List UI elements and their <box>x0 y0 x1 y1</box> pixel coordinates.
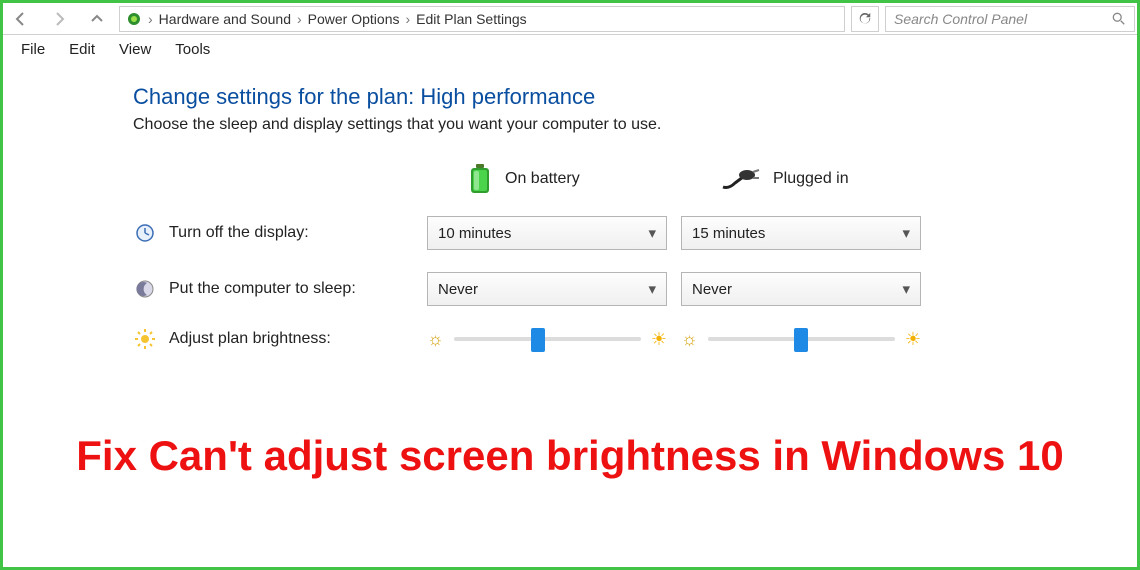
row-label-display: Turn off the display: <box>133 222 413 244</box>
overlay-caption: Fix Can't adjust screen brightness in Wi… <box>0 430 1140 483</box>
menu-bar: File Edit View Tools <box>3 35 1137 66</box>
brightness-high-icon: ☀ <box>905 329 921 350</box>
plug-icon <box>721 167 761 191</box>
sun-icon <box>133 328 157 350</box>
select-value: Never <box>692 281 732 298</box>
slider-thumb[interactable] <box>531 328 545 352</box>
select-value: 15 minutes <box>692 225 765 242</box>
menu-edit[interactable]: Edit <box>69 41 95 58</box>
select-display-plugged[interactable]: 15 minutes ▾ <box>681 216 921 250</box>
moon-icon <box>133 279 157 299</box>
clock-icon <box>133 222 157 244</box>
menu-file[interactable]: File <box>21 41 45 58</box>
address-bar: › Hardware and Sound › Power Options › E… <box>3 3 1137 35</box>
crumb-hardware[interactable]: Hardware and Sound <box>159 11 291 27</box>
chevron-down-icon: ▾ <box>648 280 656 298</box>
select-display-battery[interactable]: 10 minutes ▾ <box>427 216 667 250</box>
control-panel-icon <box>126 11 142 27</box>
menu-view[interactable]: View <box>119 41 151 58</box>
refresh-button[interactable] <box>851 6 879 32</box>
search-input[interactable]: Search Control Panel <box>885 6 1135 32</box>
select-value: 10 minutes <box>438 225 511 242</box>
column-header-battery: On battery <box>427 164 667 194</box>
row-label-brightness: Adjust plan brightness: <box>133 328 413 350</box>
content-area: Change settings for the plan: High perfo… <box>3 66 1137 350</box>
settings-grid: On battery Plugged in Turn off the displ… <box>133 164 1137 350</box>
chevron-down-icon: ▾ <box>648 224 656 242</box>
chevron-down-icon: ▾ <box>902 280 910 298</box>
search-placeholder: Search Control Panel <box>894 11 1104 27</box>
page-subtitle: Choose the sleep and display settings th… <box>133 116 1137 134</box>
back-button[interactable] <box>5 5 37 33</box>
select-sleep-battery[interactable]: Never ▾ <box>427 272 667 306</box>
menu-tools[interactable]: Tools <box>175 41 210 58</box>
column-label-battery: On battery <box>505 170 580 188</box>
row-label-sleep: Put the computer to sleep: <box>133 279 413 299</box>
page-title: Change settings for the plan: High perfo… <box>133 84 1137 110</box>
brightness-high-icon: ☀ <box>651 329 667 350</box>
slider-brightness-plugged[interactable]: ☼ ☀ <box>681 329 921 350</box>
slider-thumb[interactable] <box>794 328 808 352</box>
brightness-low-icon: ☼ <box>427 329 444 350</box>
select-value: Never <box>438 281 478 298</box>
breadcrumb[interactable]: › Hardware and Sound › Power Options › E… <box>119 6 845 32</box>
search-icon <box>1112 12 1126 26</box>
column-label-plugged: Plugged in <box>773 170 849 188</box>
slider-brightness-battery[interactable]: ☼ ☀ <box>427 329 667 350</box>
crumb-edit-plan[interactable]: Edit Plan Settings <box>416 11 527 27</box>
forward-button[interactable] <box>43 5 75 33</box>
select-sleep-plugged[interactable]: Never ▾ <box>681 272 921 306</box>
battery-icon <box>467 164 493 194</box>
slider-track[interactable] <box>708 337 895 341</box>
crumb-power[interactable]: Power Options <box>308 11 400 27</box>
chevron-down-icon: ▾ <box>902 224 910 242</box>
slider-track[interactable] <box>454 337 641 341</box>
column-header-plugged: Plugged in <box>681 167 921 191</box>
brightness-low-icon: ☼ <box>681 329 698 350</box>
up-button[interactable] <box>81 5 113 33</box>
